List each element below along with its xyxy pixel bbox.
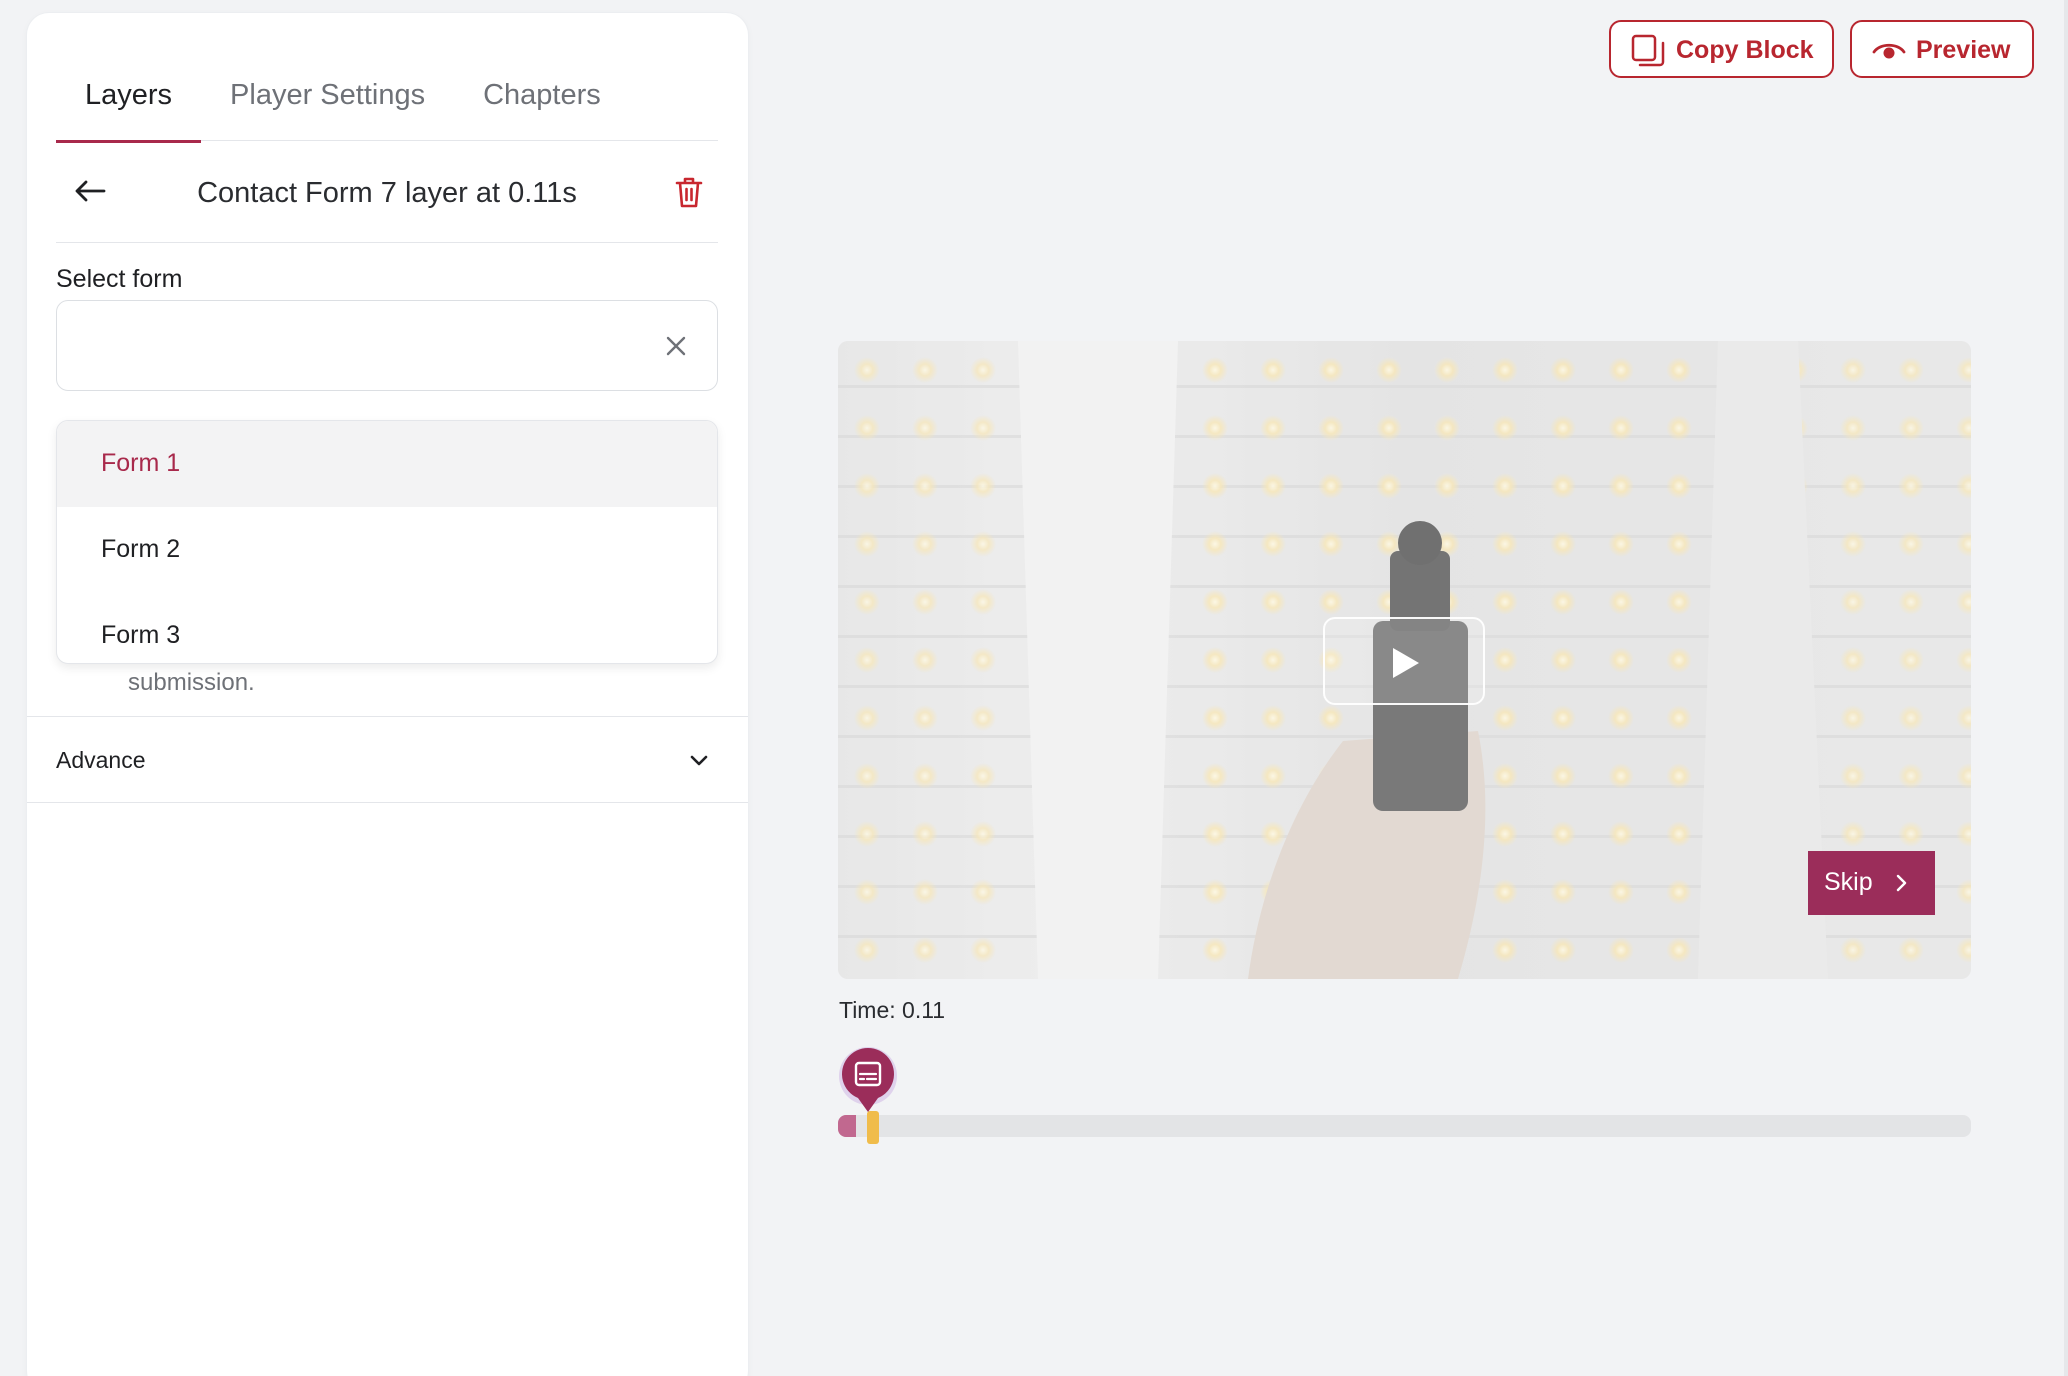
form-option[interactable]: Form 2	[57, 507, 717, 593]
form-select[interactable]	[56, 300, 718, 391]
select-form-label: Select form	[56, 265, 183, 293]
current-time: Time: 0.11	[839, 997, 946, 1023]
form-option[interactable]: Form 3	[57, 593, 717, 663]
play-button[interactable]	[1323, 617, 1485, 705]
tab-chapters[interactable]: Chapters	[454, 51, 630, 141]
skip-button[interactable]: Skip	[1808, 851, 1935, 915]
timeline-track[interactable]	[838, 1115, 1971, 1137]
copy-block-label: Copy Block	[1676, 36, 1814, 64]
layer-title: Contact Form 7 layer at 0.11s	[197, 177, 577, 209]
panel-edge	[2064, 0, 2068, 1376]
trash-icon	[675, 177, 703, 208]
chevron-down-icon	[690, 755, 708, 766]
form-select-input[interactable]	[77, 325, 637, 365]
layer-header: Contact Form 7 layer at 0.11s	[56, 141, 718, 243]
close-icon	[666, 336, 686, 356]
copy-block-button[interactable]: Copy Block	[1609, 20, 1834, 78]
skip-label: Skip	[1824, 868, 1873, 896]
form-option-label: Form 2	[101, 535, 181, 563]
panel-tabs: Layers Player Settings Chapters	[56, 51, 718, 143]
advance-label: Advance	[56, 747, 146, 773]
layer-marker[interactable]	[838, 1046, 898, 1116]
tab-layers[interactable]: Layers	[56, 51, 202, 143]
preview-label: Preview	[1916, 36, 2011, 64]
copy-icon	[1631, 34, 1665, 67]
advance-section-toggle[interactable]: Advance	[27, 716, 748, 803]
play-icon	[1393, 648, 1419, 678]
form-options-dropdown: Form 1 Form 2 Form 3	[56, 420, 718, 664]
subtitles-icon	[839, 1047, 897, 1112]
layer-range-fill	[838, 1115, 856, 1137]
delete-layer-button[interactable]	[674, 175, 704, 209]
form-option-label: Form 3	[101, 621, 181, 649]
preview-button[interactable]: Preview	[1850, 20, 2034, 78]
chevron-right-icon	[1896, 874, 1907, 892]
form-option-label: Form 1	[101, 449, 181, 477]
helper-text: submission.	[128, 669, 255, 696]
eye-icon	[1872, 43, 1906, 59]
form-option[interactable]: Form 1	[57, 421, 717, 507]
layer-settings-panel: Layers Player Settings Chapters Contact …	[27, 13, 748, 1376]
editor-canvas: Layers Player Settings Chapters Contact …	[0, 0, 2068, 1376]
clear-selection-button[interactable]	[665, 335, 687, 357]
tab-player-settings[interactable]: Player Settings	[201, 51, 454, 141]
